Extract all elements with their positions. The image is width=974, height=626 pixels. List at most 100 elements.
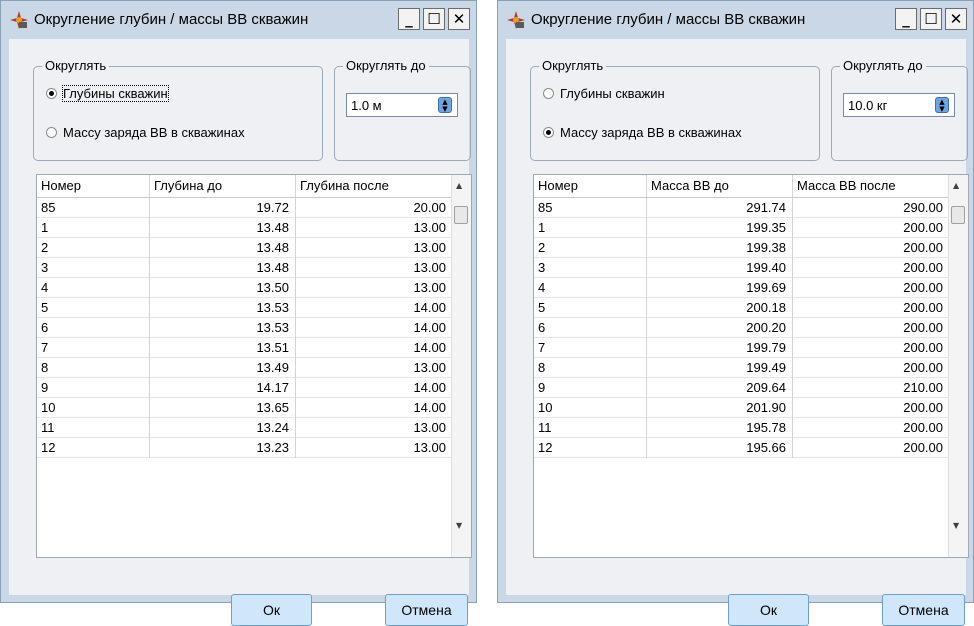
radio-depths[interactable]: Глубины скважин <box>543 86 665 101</box>
close-button[interactable]: ✕ <box>448 8 470 30</box>
table-body: 85 19.72 20.00 1 13.48 13.00 2 13.48 13.00 3 13… <box>37 198 452 458</box>
radio-depths-label[interactable]: Глубины скважин <box>560 86 665 101</box>
table-row[interactable]: 85 19.72 20.00 <box>37 198 452 218</box>
table-row[interactable]: 9 209.64 210.00 <box>534 378 949 398</box>
radio-depths-indicator[interactable] <box>46 88 57 99</box>
radio-charge-mass[interactable]: Массу заряда ВВ в скважинах <box>543 125 742 140</box>
cell-number: 11 <box>534 418 647 438</box>
cell-before: 200.18 <box>647 298 793 318</box>
table-row[interactable]: 11 195.78 200.00 <box>534 418 949 438</box>
table-row[interactable]: 4 199.69 200.00 <box>534 278 949 298</box>
table-row[interactable]: 9 14.17 14.00 <box>37 378 452 398</box>
table-row[interactable]: 3 199.40 200.00 <box>534 258 949 278</box>
radio-depths-label[interactable]: Глубины скважин <box>62 85 169 102</box>
spin-down-icon[interactable]: ▼ <box>937 106 947 113</box>
table-row[interactable]: 2 199.38 200.00 <box>534 238 949 258</box>
table-row[interactable]: 12 13.23 13.00 <box>37 438 452 458</box>
cell-before: 209.64 <box>647 378 793 398</box>
spin-buttons[interactable]: ▲ ▼ <box>935 97 949 113</box>
minimize-button[interactable]: _ <box>895 8 917 30</box>
radio-charge-mass-label[interactable]: Массу заряда ВВ в скважинах <box>63 125 245 140</box>
table-row[interactable]: 4 13.50 13.00 <box>37 278 452 298</box>
radio-charge-mass-label[interactable]: Массу заряда ВВ в скважинах <box>560 125 742 140</box>
cell-number: 7 <box>534 338 647 358</box>
table-row[interactable]: 1 13.48 13.00 <box>37 218 452 238</box>
table-row[interactable]: 10 201.90 200.00 <box>534 398 949 418</box>
round-mode-group: Округлять Глубины скважин Массу заряда В… <box>530 58 820 161</box>
cell-number: 3 <box>37 258 150 278</box>
column-header-number[interactable]: Номер <box>37 175 150 197</box>
table-row[interactable]: 12 195.66 200.00 <box>534 438 949 458</box>
column-header-before[interactable]: Масса ВВ до <box>647 175 793 197</box>
title-bar[interactable]: Округление глубин / массы ВВ скважин _ ☐… <box>498 1 973 39</box>
cell-number: 2 <box>534 238 647 258</box>
vertical-scrollbar[interactable]: ▲ ▼ <box>948 175 968 557</box>
depths-table[interactable]: Номер Глубина до Глубина после 85 19.72 20… <box>36 174 472 558</box>
close-button[interactable]: ✕ <box>945 8 967 30</box>
cell-before: 200.20 <box>647 318 793 338</box>
cell-number: 2 <box>37 238 150 258</box>
cancel-button[interactable]: Отмена <box>385 594 468 626</box>
ok-button[interactable]: Ок <box>728 594 809 626</box>
radio-charge-mass-indicator[interactable] <box>543 127 554 138</box>
table-row[interactable]: 10 13.65 14.00 <box>37 398 452 418</box>
ok-button[interactable]: Ок <box>231 594 312 626</box>
round-to-group-title: Округлять до <box>343 58 429 73</box>
cancel-button[interactable]: Отмена <box>882 594 965 626</box>
scrollbar-thumb[interactable] <box>951 206 965 224</box>
cell-before: 19.72 <box>150 198 296 218</box>
cell-before: 195.66 <box>647 438 793 458</box>
cell-before: 13.48 <box>150 218 296 238</box>
table-row[interactable]: 6 200.20 200.00 <box>534 318 949 338</box>
table-row[interactable]: 5 200.18 200.00 <box>534 298 949 318</box>
cell-before: 13.49 <box>150 358 296 378</box>
cell-after: 14.00 <box>413 380 446 395</box>
spin-down-icon[interactable]: ▼ <box>440 106 450 113</box>
table-row[interactable]: 7 199.79 200.00 <box>534 338 949 358</box>
radio-charge-mass-indicator[interactable] <box>46 127 57 138</box>
radio-charge-mass[interactable]: Массу заряда ВВ в скважинах <box>46 125 245 140</box>
radio-depths[interactable]: Глубины скважин <box>46 85 169 102</box>
table-row[interactable]: 8 199.49 200.00 <box>534 358 949 378</box>
column-header-after[interactable]: Глубина после <box>296 175 452 197</box>
scroll-down-icon[interactable]: ▼ <box>456 521 462 530</box>
round-to-group: Округлять до 1.0 м ▲ ▼ <box>334 58 471 161</box>
radio-depths-indicator[interactable] <box>543 88 554 99</box>
round-to-spinbox[interactable]: 1.0 м ▲ ▼ <box>346 93 458 117</box>
charge-mass-table[interactable]: Номер Масса ВВ до Масса ВВ после 85 291.7… <box>533 174 969 558</box>
maximize-button[interactable]: ☐ <box>423 8 445 30</box>
vertical-scrollbar[interactable]: ▲ ▼ <box>451 175 471 557</box>
round-to-value[interactable]: 10.0 кг <box>848 98 887 113</box>
cell-before: 291.74 <box>647 198 793 218</box>
table-row[interactable]: 7 13.51 14.00 <box>37 338 452 358</box>
app-icon <box>10 11 28 29</box>
cell-number: 9 <box>37 378 150 398</box>
table-row[interactable]: 8 13.49 13.00 <box>37 358 452 378</box>
title-bar[interactable]: Округление глубин / массы ВВ скважин _ ☐… <box>1 1 476 39</box>
table-row[interactable]: 2 13.48 13.00 <box>37 238 452 258</box>
scroll-up-icon[interactable]: ▲ <box>953 181 959 190</box>
column-header-after[interactable]: Масса ВВ после <box>793 175 949 197</box>
scrollbar-thumb[interactable] <box>454 206 468 224</box>
cell-number: 5 <box>37 298 150 318</box>
round-to-spinbox[interactable]: 10.0 кг ▲ ▼ <box>843 93 955 117</box>
table-row[interactable]: 11 13.24 13.00 <box>37 418 452 438</box>
table-row[interactable]: 85 291.74 290.00 <box>534 198 949 218</box>
spin-buttons[interactable]: ▲ ▼ <box>438 97 452 113</box>
cell-number: 11 <box>37 418 150 438</box>
minimize-button[interactable]: _ <box>398 8 420 30</box>
scroll-up-icon[interactable]: ▲ <box>456 181 462 190</box>
cell-after: 14.00 <box>413 320 446 335</box>
cell-before: 13.24 <box>150 418 296 438</box>
table-row[interactable]: 3 13.48 13.00 <box>37 258 452 278</box>
table-row[interactable]: 5 13.53 14.00 <box>37 298 452 318</box>
maximize-button[interactable]: ☐ <box>920 8 942 30</box>
column-header-number[interactable]: Номер <box>534 175 647 197</box>
table-row[interactable]: 1 199.35 200.00 <box>534 218 949 238</box>
round-to-value[interactable]: 1.0 м <box>351 98 382 113</box>
cell-number: 1 <box>534 218 647 238</box>
cell-before: 195.78 <box>647 418 793 438</box>
column-header-before[interactable]: Глубина до <box>150 175 296 197</box>
table-row[interactable]: 6 13.53 14.00 <box>37 318 452 338</box>
scroll-down-icon[interactable]: ▼ <box>953 521 959 530</box>
